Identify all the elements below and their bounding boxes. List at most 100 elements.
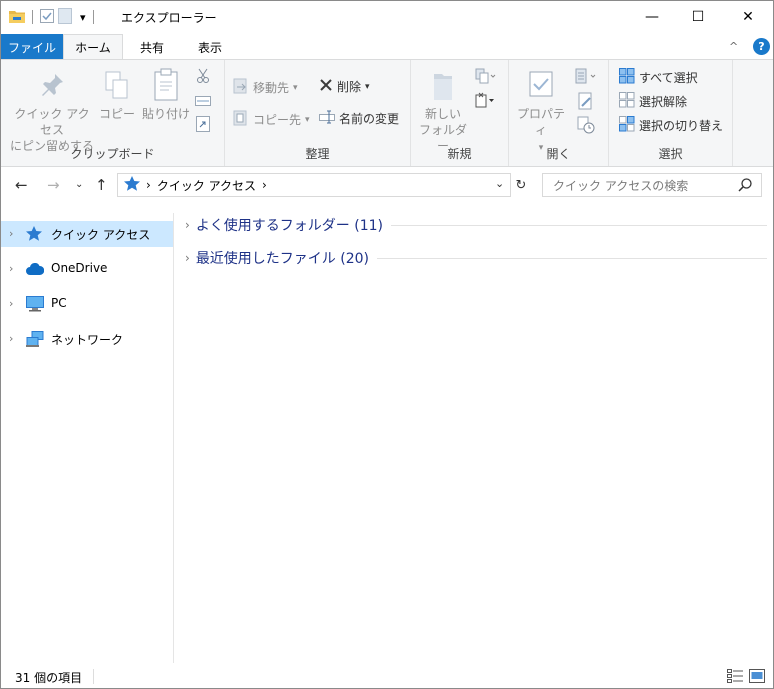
organize-group-label: 整理: [305, 147, 330, 161]
tab-home[interactable]: ホーム: [63, 34, 123, 60]
details-view-icon[interactable]: [727, 669, 743, 686]
open-group: プロパティ ▾ 開く: [509, 60, 609, 166]
qat-dropdown-icon[interactable]: ▾: [80, 11, 86, 24]
qat-separator: [92, 10, 94, 24]
group-header-frequent-folders[interactable]: › よく使用するフォルダー (11): [185, 213, 767, 237]
clipboard-group: クイック アクセス にピン留めする コピー 貼り付け クリップボード: [1, 60, 225, 166]
select-group: すべて選択 選択解除 選択の切り替え 選択: [609, 60, 733, 166]
easy-access-button[interactable]: [473, 92, 497, 112]
folder-icon: [9, 9, 25, 26]
history-icon: [577, 116, 595, 138]
view-switcher: [727, 669, 765, 686]
new-item-button[interactable]: [473, 68, 497, 88]
address-dropdown-icon[interactable]: ⌄: [495, 177, 504, 190]
copy-path-button[interactable]: [195, 94, 211, 110]
history-button[interactable]: [573, 116, 599, 138]
search-input[interactable]: クイック アクセスの検索: [542, 173, 762, 197]
delete-dropdown-icon: ▾: [365, 82, 370, 92]
expand-chevron-icon[interactable]: ›: [9, 297, 13, 310]
breadcrumb-separator-icon[interactable]: ›: [262, 178, 267, 192]
paste-shortcut-button[interactable]: [195, 116, 211, 136]
group-expand-chevron-icon[interactable]: ›: [185, 218, 190, 232]
quick-access-star-icon: [124, 176, 140, 194]
expand-chevron-icon[interactable]: ›: [9, 227, 13, 240]
explorer-window: ▾ エクスプローラー — ☐ ✕ ファイル ホーム 共有 表示 ^ ? クイック…: [0, 0, 774, 689]
edit-button[interactable]: [573, 92, 599, 114]
nav-item-quick-access[interactable]: › クイック アクセス: [1, 221, 173, 247]
up-arrow-icon[interactable]: ↑: [95, 176, 108, 194]
move-to-button[interactable]: 移動先 ▾: [233, 78, 298, 98]
rename-label: 名前の変更: [339, 112, 400, 126]
item-count: 31 個の項目: [15, 671, 83, 685]
new-folder-button[interactable]: 新しい フォルダー: [417, 72, 469, 154]
new-folder-small-icon[interactable]: [58, 7, 72, 27]
copy-icon: [104, 70, 130, 106]
open-group-label: 開く: [546, 147, 571, 161]
delete-label: 削除: [337, 80, 362, 94]
tab-file[interactable]: ファイル: [1, 34, 63, 60]
window-title: エクスプローラー: [121, 11, 217, 25]
back-arrow-icon[interactable]: ←: [15, 176, 28, 194]
pin-to-quick-access-button[interactable]: クイック アクセス にピン留めする: [9, 72, 95, 154]
copy-to-dropdown-icon: ▾: [305, 115, 310, 125]
nav-item-label: PC: [51, 296, 67, 310]
cloud-icon: [26, 261, 45, 277]
invert-selection-button[interactable]: 選択の切り替え: [619, 116, 723, 136]
move-to-dropdown-icon: ▾: [293, 83, 298, 93]
select-all-button[interactable]: すべて選択: [619, 68, 698, 88]
rename-button[interactable]: 名前の変更: [319, 110, 399, 128]
maximize-button[interactable]: ☐: [675, 1, 721, 33]
group-header-recent-files[interactable]: › 最近使用したファイル (20): [185, 246, 767, 270]
edit-icon: [578, 92, 594, 114]
properties-check-icon[interactable]: [40, 8, 54, 26]
move-to-icon: [233, 78, 249, 98]
search-placeholder: クイック アクセスの検索: [553, 178, 689, 193]
properties-button[interactable]: プロパティ ▾: [515, 70, 567, 156]
refresh-icon[interactable]: ↻: [512, 173, 530, 197]
nav-item-pc[interactable]: › PC: [1, 291, 173, 317]
open-button[interactable]: [573, 68, 599, 88]
large-icons-view-icon[interactable]: [749, 669, 765, 686]
properties-label: プロパティ: [516, 107, 565, 137]
forward-arrow-icon[interactable]: →: [47, 176, 60, 194]
cut-button[interactable]: [195, 68, 211, 88]
breadcrumb-path[interactable]: クイック アクセス: [157, 177, 256, 194]
new-group-label: 新規: [447, 147, 472, 161]
group-expand-chevron-icon[interactable]: ›: [185, 251, 190, 265]
select-none-icon: [619, 92, 635, 112]
copy-button[interactable]: コピー: [97, 70, 137, 122]
recent-locations-chevron-icon[interactable]: ⌄: [75, 179, 83, 190]
address-bar[interactable]: › クイック アクセス ›: [117, 173, 511, 197]
status-bar: 31 個の項目: [1, 665, 773, 689]
delete-button[interactable]: 削除 ▾: [319, 78, 370, 96]
tab-share[interactable]: 共有: [125, 34, 179, 60]
help-button[interactable]: ?: [753, 38, 770, 55]
tab-view[interactable]: 表示: [181, 34, 239, 60]
star-icon: [26, 226, 44, 242]
paste-label: 貼り付け: [141, 107, 190, 121]
paste-button[interactable]: 貼り付け: [141, 68, 191, 122]
easy-access-icon: [474, 92, 496, 112]
select-none-label: 選択解除: [639, 95, 688, 109]
breadcrumb-separator-icon[interactable]: ›: [146, 178, 151, 192]
nav-item-onedrive[interactable]: › OneDrive: [1, 256, 173, 282]
paste-icon: [152, 68, 180, 106]
minimize-button[interactable]: —: [629, 1, 675, 33]
close-button[interactable]: ✕: [725, 1, 771, 33]
copy-to-button[interactable]: コピー先 ▾: [233, 110, 310, 130]
expand-chevron-icon[interactable]: ›: [9, 332, 13, 345]
expand-chevron-icon[interactable]: ›: [9, 262, 13, 275]
group-header-label: よく使用するフォルダー (11): [195, 218, 384, 234]
ribbon-collapse-icon[interactable]: ^: [729, 40, 738, 53]
nav-item-label: ネットワーク: [51, 333, 124, 347]
content-area: › よく使用するフォルダー (11) › 最近使用したファイル (20): [175, 213, 773, 663]
new-folder-label-line1: 新しい: [424, 107, 461, 121]
copy-to-icon: [233, 110, 249, 130]
select-none-button[interactable]: 選択解除: [619, 92, 687, 112]
search-icon[interactable]: [737, 177, 753, 196]
select-all-icon: [619, 68, 635, 88]
pin-label-line1: クイック アクセス: [14, 107, 90, 137]
nav-item-network[interactable]: › ネットワーク: [1, 326, 173, 352]
new-item-icon: [474, 68, 496, 88]
new-group: 新しい フォルダー 新規: [411, 60, 509, 166]
